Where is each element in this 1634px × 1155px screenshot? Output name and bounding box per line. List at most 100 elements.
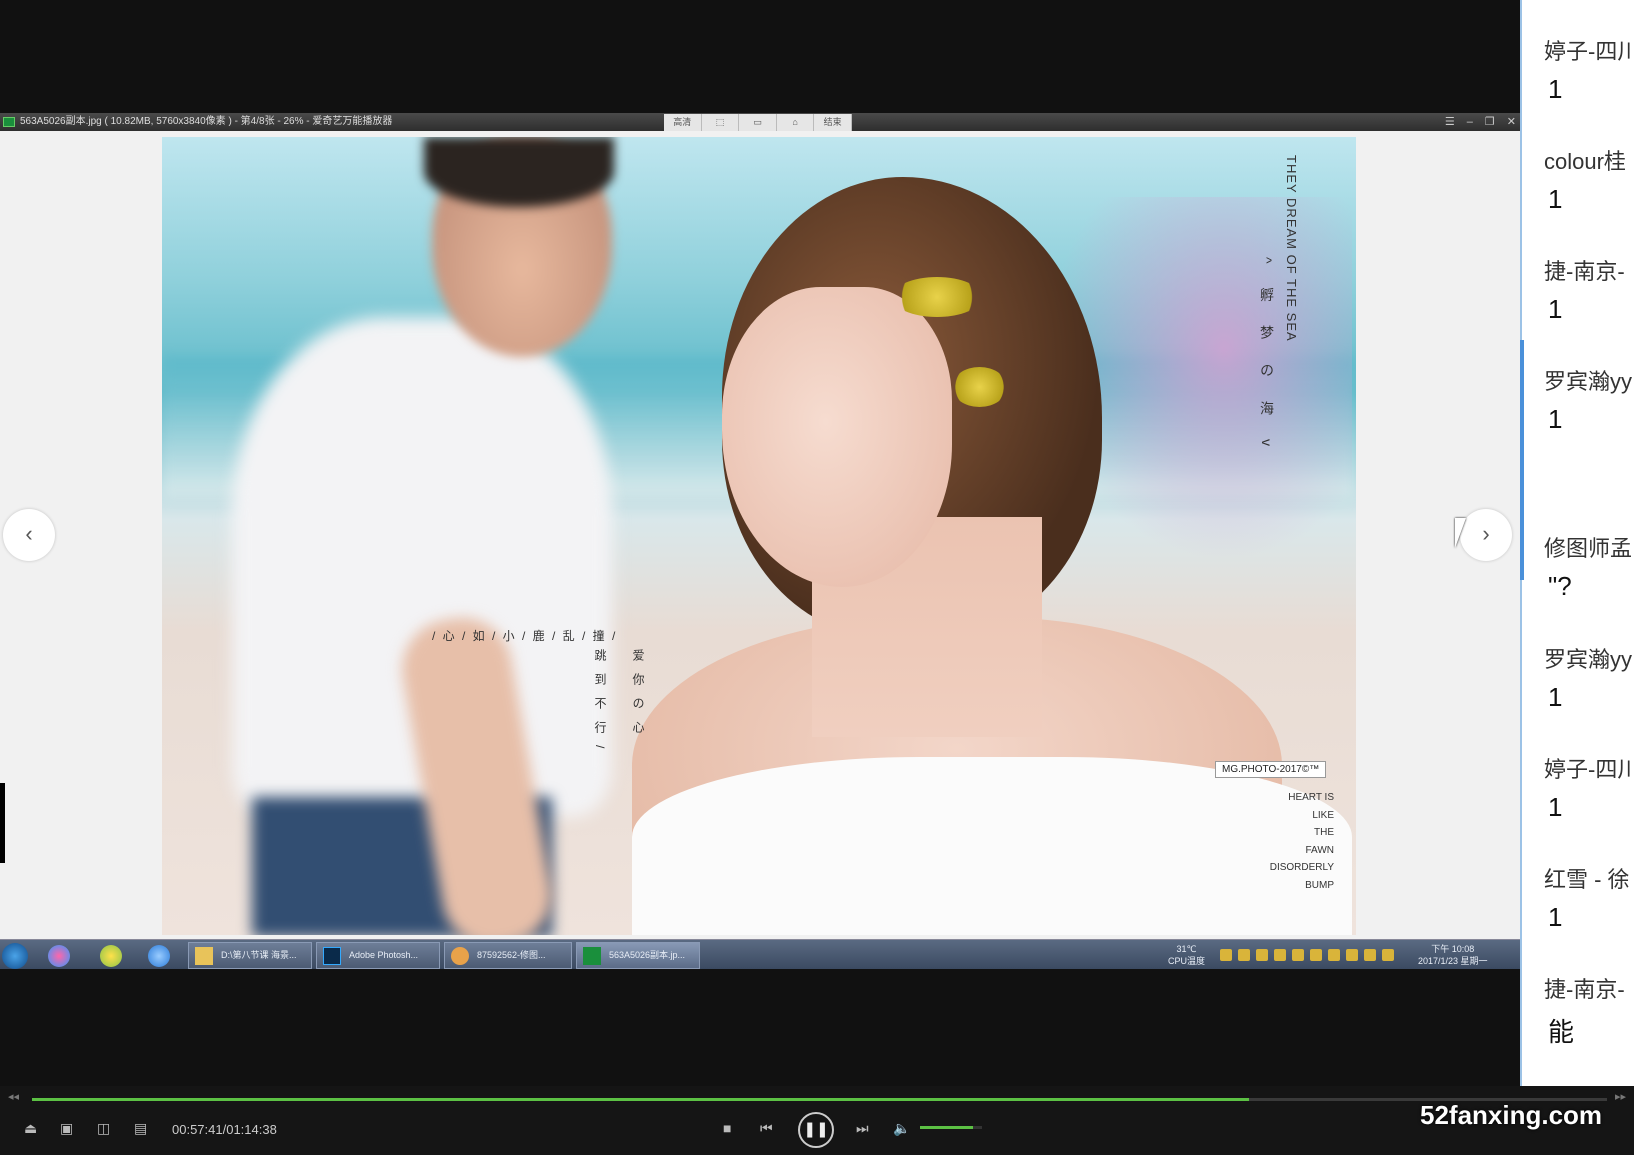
viewer-icon: [583, 947, 601, 965]
cpu-temp: 31℃ CPU温度: [1168, 944, 1206, 966]
windows-taskbar: D:\第八节课 海景... Adobe Photosh... 87592562-…: [0, 939, 1520, 969]
next-icon[interactable]: ⏭: [856, 1120, 869, 1137]
quicklaunch-icon[interactable]: [48, 945, 70, 967]
chat-username: 修图师孟: [1544, 536, 1633, 561]
woman-dress: [632, 757, 1352, 935]
close-icon[interactable]: ✕: [1507, 113, 1516, 131]
chat-username: 捷-南京-: [1544, 259, 1625, 284]
poem-column: 爱你の心: [631, 649, 645, 745]
skip-forward-icon[interactable]: ▸▸: [1615, 1090, 1626, 1103]
chat-message: colour桂 1: [1544, 144, 1626, 215]
vertical-chinese-title: ^ 孵 梦 の 海 v: [1259, 257, 1275, 457]
chat-username: 罗宾瀚yy: [1544, 647, 1633, 672]
caption-line: HEART IS: [1288, 792, 1334, 803]
task-image-viewer[interactable]: 563A5026副本.jp...: [576, 942, 700, 969]
hair-flower: [952, 367, 1007, 407]
chat-app-icon: [451, 947, 469, 965]
tray-icon[interactable]: [1364, 949, 1376, 961]
tray-icon[interactable]: [1328, 949, 1340, 961]
start-button[interactable]: [2, 943, 28, 969]
tray-icon[interactable]: [1238, 949, 1250, 961]
player-controls: ◂◂ ▸▸ ⏏ ▣ ◫ ▤ 00:57:41/01:14:38 ■ ⏮ ❚❚ ⏭…: [0, 1086, 1634, 1155]
chat-text: 能: [1548, 1017, 1575, 1047]
chat-text: 1: [1548, 404, 1563, 434]
eject-icon[interactable]: ⏏: [24, 1120, 37, 1137]
wedding-photo: THEY DREAM OF THE SEA ^ 孵 梦 の 海 v / 心 / …: [162, 137, 1356, 935]
chat-message: 修图师孟 "?: [1544, 531, 1632, 602]
playlist-icon[interactable]: ▣: [60, 1120, 73, 1137]
home-icon[interactable]: ⌂: [777, 114, 815, 131]
chat-text: 1: [1548, 294, 1563, 324]
caption-line: LIKE: [1312, 809, 1334, 821]
chat-text: "?: [1548, 571, 1572, 601]
photo-badge: MG.PHOTO-2017©™: [1215, 761, 1327, 778]
tray-icon[interactable]: [1346, 949, 1358, 961]
subtitle-icon[interactable]: ▤: [134, 1120, 147, 1137]
chat-message: 捷-南京- 1: [1544, 254, 1625, 325]
task-chat[interactable]: 87592562-修图...: [444, 942, 572, 969]
video-frame: 563A5026副本.jpg ( 10.82MB, 5760x3840像素 ) …: [0, 0, 1520, 1086]
chat-username: 婷子-四川: [1544, 757, 1634, 782]
fit-icon[interactable]: ⬚: [702, 114, 740, 131]
volume-level: [920, 1126, 973, 1129]
man-hair: [424, 137, 614, 207]
chat-message: 罗宾瀚yy 1: [1544, 364, 1632, 435]
left-edge-handle: [0, 783, 5, 863]
quicklaunch-icon[interactable]: [100, 945, 122, 967]
chat-username: colour桂: [1544, 149, 1626, 174]
chat-text: 1: [1548, 792, 1563, 822]
tray-icons: [1220, 949, 1394, 961]
chat-username: 捷-南京-: [1544, 977, 1625, 1002]
playback-time: 00:57:41/01:14:38: [172, 1122, 277, 1137]
seek-progress: [32, 1098, 1250, 1101]
photoshop-icon: [323, 947, 341, 965]
chat-text: 1: [1548, 74, 1563, 104]
tray-icon[interactable]: [1292, 949, 1304, 961]
watermark: 52fanxing.com: [1420, 1100, 1603, 1130]
skip-back-icon[interactable]: ◂◂: [8, 1090, 19, 1103]
folder-icon: [195, 947, 213, 965]
task-photoshop[interactable]: Adobe Photosh...: [316, 942, 440, 969]
chat-username: 罗宾瀚yy: [1544, 369, 1633, 394]
chat-username: 婷子-四川: [1544, 39, 1634, 64]
stop-icon[interactable]: ■: [723, 1120, 731, 1136]
volume-slider[interactable]: [920, 1126, 982, 1129]
chat-message: 婷子-四川 1: [1544, 34, 1634, 105]
window-icon[interactable]: ▭: [739, 114, 777, 131]
seek-bar[interactable]: [32, 1098, 1607, 1101]
caption-line: THE: [1314, 827, 1334, 838]
viewer-title: 563A5026副本.jpg ( 10.82MB, 5760x3840像素 ) …: [20, 116, 393, 127]
tray-icon[interactable]: [1382, 949, 1394, 961]
hair-flower: [892, 277, 982, 317]
poem-line: / 心 / 如 / 小 / 鹿 / 乱 / 撞 /: [432, 629, 618, 643]
quicklaunch-icon[interactable]: [148, 945, 170, 967]
task-folder[interactable]: D:\第八节课 海景...: [188, 942, 312, 969]
chat-message: 罗宾瀚yy 1: [1544, 642, 1632, 713]
chat-text: 1: [1548, 184, 1563, 214]
tray-icon[interactable]: [1310, 949, 1322, 961]
tray-icon[interactable]: [1274, 949, 1286, 961]
chat-text: 1: [1548, 902, 1563, 932]
clock[interactable]: 下午 10:08 2017/1/23 星期一: [1418, 943, 1488, 967]
chat-message: 婷子-四川 1: [1544, 752, 1634, 823]
restore-icon[interactable]: ❐: [1485, 113, 1495, 131]
english-caption: HEART IS LIKE THE FAWN DISORDERLY BUMP: [1270, 789, 1334, 894]
window-controls: ☰ – ❐ ✕: [1445, 113, 1516, 131]
hd-button[interactable]: 高清: [664, 114, 702, 131]
chat-text: 1: [1548, 682, 1563, 712]
tray-icon[interactable]: [1220, 949, 1232, 961]
minimize-icon[interactable]: –: [1467, 113, 1473, 131]
volume-icon[interactable]: 🔈: [893, 1120, 910, 1137]
previous-icon[interactable]: ⏮: [760, 1120, 773, 1137]
screen-icon[interactable]: ◫: [97, 1120, 110, 1137]
caption-line: DISORDERLY: [1269, 862, 1334, 873]
tray-icon[interactable]: [1256, 949, 1268, 961]
prev-image-button[interactable]: ‹: [3, 509, 55, 561]
viewer-app-icon: [3, 117, 15, 127]
pause-button[interactable]: ❚❚: [798, 1112, 834, 1148]
caption-line: FAWN: [1305, 844, 1334, 856]
vertical-english-title: THEY DREAM OF THE SEA: [1284, 155, 1299, 342]
end-button[interactable]: 结束: [814, 114, 852, 131]
viewer-title-bar: 563A5026副本.jpg ( 10.82MB, 5760x3840像素 ) …: [0, 113, 1520, 131]
menu-icon[interactable]: ☰: [1445, 113, 1455, 131]
